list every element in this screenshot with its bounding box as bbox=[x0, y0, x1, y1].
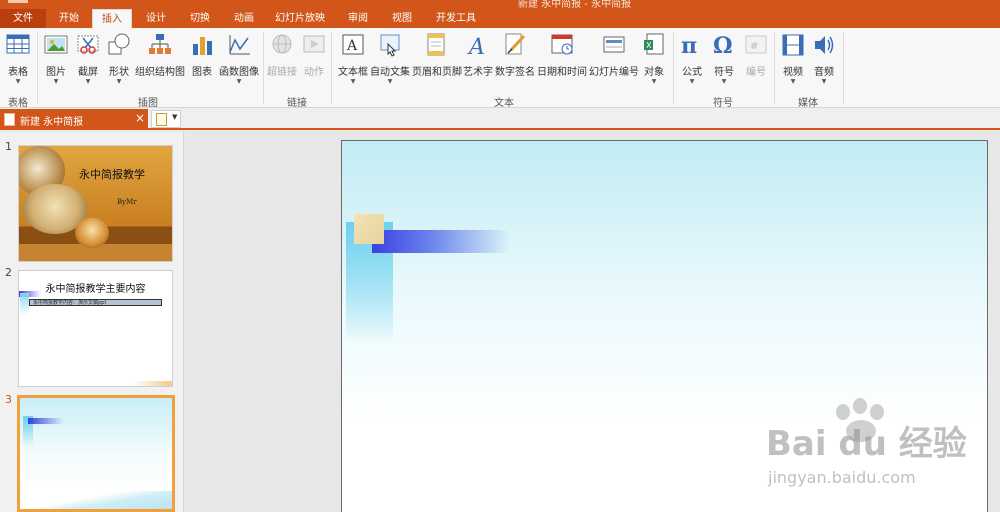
title-bar: 新建 永中简报 - 永中简报 文件 开始 插入 设计 切换 动画 幻灯片放映 审… bbox=[0, 0, 1000, 28]
audio-icon bbox=[815, 36, 834, 54]
svg-text:A: A bbox=[346, 38, 358, 54]
close-icon[interactable]: × bbox=[135, 111, 145, 125]
document-tab-bar: 新建 永中简报 × ▼ bbox=[0, 108, 1000, 130]
textbox-button[interactable]: A 文本框 ▼ bbox=[336, 32, 370, 94]
slide-1-subtitle: ByMr bbox=[117, 198, 137, 206]
header-footer-icon bbox=[427, 33, 445, 56]
table-icon bbox=[6, 34, 30, 54]
function-graph-button[interactable]: 函数图像 ▼ bbox=[218, 32, 260, 94]
signature-icon bbox=[505, 33, 526, 55]
slide-number-label: 1 bbox=[5, 140, 12, 153]
slide-thumbnails-pane: 1 永中简报教学 ByMr 2 永中简报教学主要内容 永中简报教学内容：演示文稿… bbox=[0, 132, 184, 512]
tab-developer[interactable]: 开发工具 bbox=[426, 9, 486, 28]
date-time-button[interactable]: 日期和时间 bbox=[536, 32, 588, 94]
tab-home[interactable]: 开始 bbox=[48, 9, 90, 28]
audio-button[interactable]: 音频 ▼ bbox=[810, 32, 838, 94]
slide-thumbnail-2[interactable]: 永中简报教学主要内容 永中简报教学内容：演示文稿ppt bbox=[18, 270, 173, 387]
numbering-button[interactable]: # 编号 bbox=[742, 32, 770, 94]
slide-thumbnail-3[interactable] bbox=[17, 395, 175, 512]
tab-view[interactable]: 视图 bbox=[382, 9, 422, 28]
picture-button[interactable]: 图片 ▼ bbox=[42, 32, 70, 94]
tab-file[interactable]: 文件 bbox=[0, 9, 46, 28]
bar-chart-icon bbox=[193, 37, 212, 55]
autotext-button[interactable]: 自动文集 ▼ bbox=[370, 32, 410, 94]
slide-2-bar-text: 永中简报教学内容：演示文稿ppt bbox=[33, 300, 107, 306]
tab-slideshow[interactable]: 幻灯片放映 bbox=[268, 9, 332, 28]
slide-number-label: 2 bbox=[5, 266, 12, 279]
tab-transitions[interactable]: 切换 bbox=[180, 9, 220, 28]
video-button[interactable]: 视频 ▼ bbox=[779, 32, 807, 94]
group-label-text: 文本 bbox=[494, 98, 514, 109]
svg-text:#: # bbox=[750, 41, 758, 52]
decorative-square bbox=[354, 214, 384, 244]
table-button[interactable]: 表格 ▼ bbox=[4, 32, 32, 94]
svg-text:A: A bbox=[467, 35, 485, 58]
slide-thumbnail-1[interactable]: 永中简报教学 ByMr bbox=[18, 145, 173, 262]
new-document-icon bbox=[156, 113, 167, 126]
digital-signature-button[interactable]: 数字签名 bbox=[494, 32, 536, 94]
shapes-icon bbox=[108, 33, 130, 55]
group-label-table: 表格 bbox=[8, 98, 28, 109]
slide-2-title: 永中简报教学主要内容 bbox=[45, 284, 146, 295]
autotext-icon bbox=[380, 34, 400, 57]
shapes-button[interactable]: 形状 ▼ bbox=[106, 32, 132, 94]
symbol-button[interactable]: Ω 符号 ▼ bbox=[710, 32, 738, 94]
org-chart-icon bbox=[149, 34, 171, 54]
watermark-brand: Bai du 经验 bbox=[766, 424, 967, 464]
hyperlink-button[interactable]: 超链接 bbox=[266, 32, 298, 94]
slide-number-icon bbox=[603, 36, 625, 53]
pi-icon: π bbox=[681, 33, 697, 58]
app-window: 新建 永中简报 - 永中简报 文件 开始 插入 设计 切换 动画 幻灯片放映 审… bbox=[0, 0, 1000, 512]
wordart-icon: A bbox=[467, 35, 485, 58]
presentation-file-icon bbox=[4, 113, 15, 126]
decorative-horizontal-bar bbox=[372, 230, 510, 253]
tab-insert[interactable]: 插入 bbox=[92, 9, 132, 28]
omega-icon: Ω bbox=[713, 33, 733, 58]
slide-number-button[interactable]: 幻灯片编号 bbox=[589, 32, 639, 94]
chevron-down-icon[interactable]: ▼ bbox=[172, 113, 177, 121]
video-icon bbox=[782, 34, 804, 56]
group-label-symbols: 符号 bbox=[713, 98, 733, 109]
slide-1-title: 永中简报教学 bbox=[79, 168, 145, 181]
group-label-illustrations: 插图 bbox=[138, 98, 158, 109]
hyperlink-icon bbox=[272, 34, 292, 54]
chart-button[interactable]: 图表 bbox=[188, 32, 216, 94]
svg-text:Ω: Ω bbox=[713, 33, 733, 58]
function-graph-icon bbox=[229, 35, 250, 55]
quick-access-toolbar[interactable] bbox=[8, 0, 28, 3]
wordart-button[interactable]: A 艺术字 bbox=[462, 32, 494, 94]
new-document-button[interactable]: ▼ bbox=[151, 110, 181, 128]
svg-text:π: π bbox=[681, 33, 697, 58]
textbox-icon: A bbox=[342, 34, 364, 55]
picture-icon bbox=[44, 35, 68, 54]
numbering-icon: # bbox=[745, 35, 767, 54]
header-footer-button[interactable]: 页眉和页脚 bbox=[412, 32, 462, 94]
group-label-media: 媒体 bbox=[798, 98, 818, 109]
object-icon: X bbox=[644, 33, 664, 55]
org-chart-button[interactable]: 组织结构图 bbox=[134, 32, 186, 94]
tab-design[interactable]: 设计 bbox=[136, 9, 176, 28]
svg-text:X: X bbox=[646, 41, 652, 50]
window-title: 新建 永中简报 - 永中简报 bbox=[518, 0, 632, 10]
screenshot-icon bbox=[77, 35, 99, 54]
watermark-url: jingyan.baidu.com bbox=[768, 468, 916, 487]
equation-button[interactable]: π 公式 ▼ bbox=[678, 32, 706, 94]
document-tab[interactable]: 新建 永中简报 × bbox=[0, 109, 148, 130]
date-time-icon bbox=[551, 34, 573, 55]
bowl-image bbox=[75, 218, 109, 248]
slide-number-label: 3 bbox=[5, 393, 12, 406]
action-icon bbox=[303, 35, 325, 53]
object-button[interactable]: X 对象 ▼ bbox=[640, 32, 668, 94]
screenshot-button[interactable]: 截屏 ▼ bbox=[74, 32, 102, 94]
tab-review[interactable]: 审阅 bbox=[338, 9, 378, 28]
group-label-links: 链接 bbox=[287, 98, 307, 109]
ribbon: 表格 ▼ 表格 图片 ▼ 截屏 ▼ 形状 ▼ 组织结构图 图表 函数图像 ▼ 插… bbox=[0, 28, 1000, 109]
action-button[interactable]: 动作 bbox=[300, 32, 328, 94]
tab-animations[interactable]: 动画 bbox=[222, 9, 266, 28]
